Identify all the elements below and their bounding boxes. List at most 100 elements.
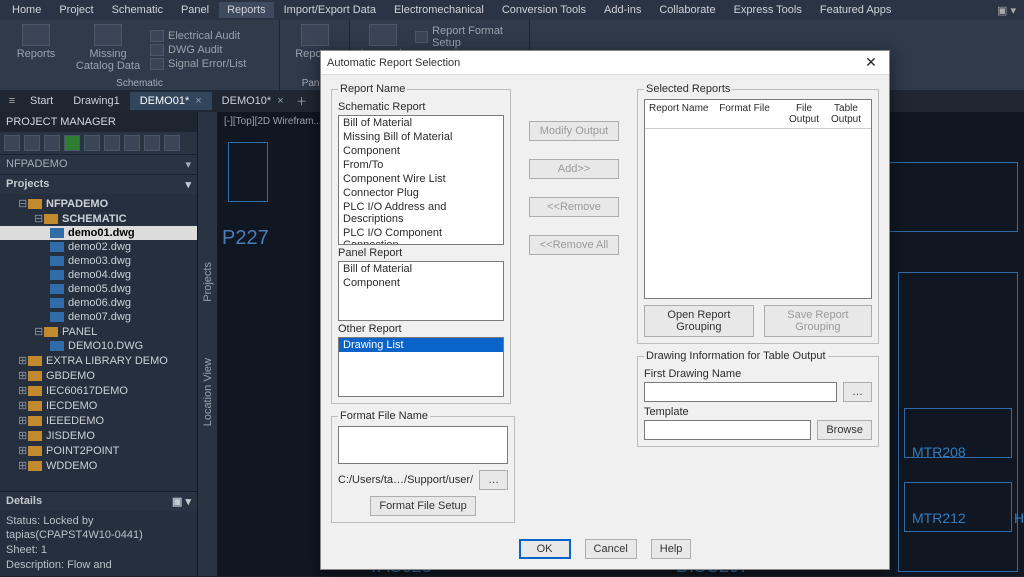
tree-dwg-selected[interactable]: demo01.dwg (0, 226, 197, 240)
doc-tab-active[interactable]: DEMO01*× (130, 92, 212, 110)
tree-project[interactable]: ⊞IEEEDEMO (0, 413, 197, 428)
ribbon-tab-active[interactable]: Reports (219, 2, 274, 18)
open-report-grouping-button[interactable]: Open Report Grouping (644, 305, 754, 337)
format-file-group: Format File Name C:/Users/ta…/Support/us… (331, 410, 515, 523)
pm-tool-icon[interactable] (104, 135, 120, 151)
app-indicator[interactable]: ▣ ▾ (997, 4, 1024, 17)
ribbon-tab[interactable]: Project (51, 2, 101, 18)
details-header[interactable]: Details▣ ▾ (0, 492, 197, 511)
ok-button[interactable]: OK (519, 539, 571, 559)
tree-folder[interactable]: ⊟SCHEMATIC (0, 211, 197, 226)
format-file-box[interactable] (338, 426, 508, 464)
tree-project[interactable]: ⊞WDDEMO (0, 458, 197, 473)
pm-tool-icon[interactable] (84, 135, 100, 151)
close-icon[interactable]: × (195, 95, 201, 107)
tree-folder[interactable]: ⊟PANEL (0, 324, 197, 339)
list-item[interactable]: Component (339, 276, 503, 290)
template-browse-button[interactable]: Browse (817, 420, 872, 440)
ribbon-tab[interactable]: Electromechanical (386, 2, 492, 18)
tree-dwg[interactable]: demo06.dwg (0, 296, 197, 310)
nav-hamburger-icon[interactable]: ≡ (4, 95, 20, 107)
refresh-icon[interactable] (64, 135, 80, 151)
format-path-browse-button[interactable]: … (479, 470, 508, 490)
cancel-button[interactable]: Cancel (585, 539, 637, 559)
list-item[interactable]: Component (339, 144, 503, 158)
tree-dwg[interactable]: demo03.dwg (0, 254, 197, 268)
tree-project[interactable]: ⊞POINT2POINT (0, 443, 197, 458)
ribbon-tab[interactable]: Collaborate (651, 2, 723, 18)
first-drawing-browse-button[interactable]: … (843, 382, 872, 402)
dwg-audit-button[interactable]: DWG Audit (150, 43, 246, 57)
list-item[interactable]: PLC I/O Component Connection (339, 226, 503, 245)
tree-dwg[interactable]: demo07.dwg (0, 310, 197, 324)
missing-catalog-button[interactable]: Missing Catalog Data (72, 24, 144, 76)
pm-tool-icon[interactable] (164, 135, 180, 151)
report-format-setup-button[interactable]: Report Format Setup (415, 24, 523, 50)
modify-output-button[interactable]: Modify Output (529, 121, 619, 141)
format-path-text: C:/Users/ta…/Support/user/ (338, 474, 473, 486)
list-item[interactable]: Bill of Material (339, 116, 503, 130)
dialog-titlebar[interactable]: Automatic Report Selection ✕ (321, 51, 889, 75)
doc-tab[interactable]: DEMO10*× (212, 92, 294, 110)
pm-tool-icon[interactable] (4, 135, 20, 151)
doc-tab[interactable]: Drawing1 (63, 92, 129, 110)
remove-button[interactable]: <<Remove (529, 197, 619, 217)
projects-section-header[interactable]: Projects▾ (0, 174, 197, 194)
view-label[interactable]: [-][Top][2D Wirefram... (224, 116, 322, 127)
folder-icon (28, 199, 42, 209)
side-tab-location[interactable]: Location View (200, 350, 216, 434)
ribbon-tab[interactable]: Express Tools (726, 2, 810, 18)
template-input[interactable] (644, 420, 811, 440)
other-report-list[interactable]: Drawing List (338, 337, 504, 397)
ribbon-tab[interactable]: Import/Export Data (276, 2, 384, 18)
electrical-audit-button[interactable]: Electrical Audit (150, 29, 246, 43)
first-drawing-input[interactable] (644, 382, 837, 402)
ribbon-tab[interactable]: Featured Apps (812, 2, 900, 18)
pm-tool-icon[interactable] (24, 135, 40, 151)
current-project-dropdown[interactable]: NFPADEMO ▾ (0, 154, 197, 174)
add-button[interactable]: Add>> (529, 159, 619, 179)
tree-dwg[interactable]: demo02.dwg (0, 240, 197, 254)
list-item[interactable]: Connector Plug (339, 186, 503, 200)
list-item[interactable]: Component Wire List (339, 172, 503, 186)
catalog-icon (94, 24, 122, 46)
tree-dwg[interactable]: DEMO10.DWG (0, 339, 197, 353)
tree-project[interactable]: ⊞IEC60617DEMO (0, 383, 197, 398)
ribbon-tab[interactable]: Schematic (104, 2, 171, 18)
list-item[interactable]: PLC I/O Address and Descriptions (339, 200, 503, 226)
side-tab-projects[interactable]: Projects (200, 254, 216, 310)
signal-error-button[interactable]: Signal Error/List (150, 57, 246, 71)
reports-button[interactable]: Reports (6, 24, 66, 76)
tree-project[interactable]: ⊟NFPADEMO (0, 196, 197, 211)
pm-tool-icon[interactable] (144, 135, 160, 151)
tree-dwg[interactable]: demo05.dwg (0, 282, 197, 296)
pm-tool-icon[interactable] (44, 135, 60, 151)
list-item[interactable]: Bill of Material (339, 262, 503, 276)
pm-tool-icon[interactable] (124, 135, 140, 151)
list-item-selected[interactable]: Drawing List (339, 338, 503, 352)
close-icon[interactable]: × (277, 95, 283, 107)
format-file-setup-button[interactable]: Format File Setup (370, 496, 475, 516)
tree-project[interactable]: ⊞EXTRA LIBRARY DEMO (0, 353, 197, 368)
tree-dwg[interactable]: demo04.dwg (0, 268, 197, 282)
audit-icon (150, 30, 164, 42)
tree-project[interactable]: ⊞JISDEMO (0, 428, 197, 443)
tree-project[interactable]: ⊞GBDEMO (0, 368, 197, 383)
schematic-report-list[interactable]: Bill of Material Missing Bill of Materia… (338, 115, 504, 245)
ribbon-tab[interactable]: Home (4, 2, 49, 18)
list-item[interactable]: From/To (339, 158, 503, 172)
remove-all-button[interactable]: <<Remove All (529, 235, 619, 255)
tree-project[interactable]: ⊞IECDEMO (0, 398, 197, 413)
ribbon-tab[interactable]: Conversion Tools (494, 2, 594, 18)
ribbon-tab[interactable]: Add-ins (596, 2, 649, 18)
dwg-icon (50, 256, 64, 266)
save-report-grouping-button[interactable]: Save Report Grouping (764, 305, 872, 337)
add-tab-icon[interactable]: ＋ (294, 93, 310, 109)
doc-tab-start[interactable]: Start (20, 92, 63, 110)
ribbon-tab[interactable]: Panel (173, 2, 217, 18)
selected-reports-table[interactable]: Report Name Format File File Output Tabl… (644, 99, 872, 299)
list-item[interactable]: Missing Bill of Material (339, 130, 503, 144)
help-button[interactable]: Help (651, 539, 692, 559)
close-button[interactable]: ✕ (859, 54, 883, 71)
panel-report-list[interactable]: Bill of Material Component (338, 261, 504, 321)
